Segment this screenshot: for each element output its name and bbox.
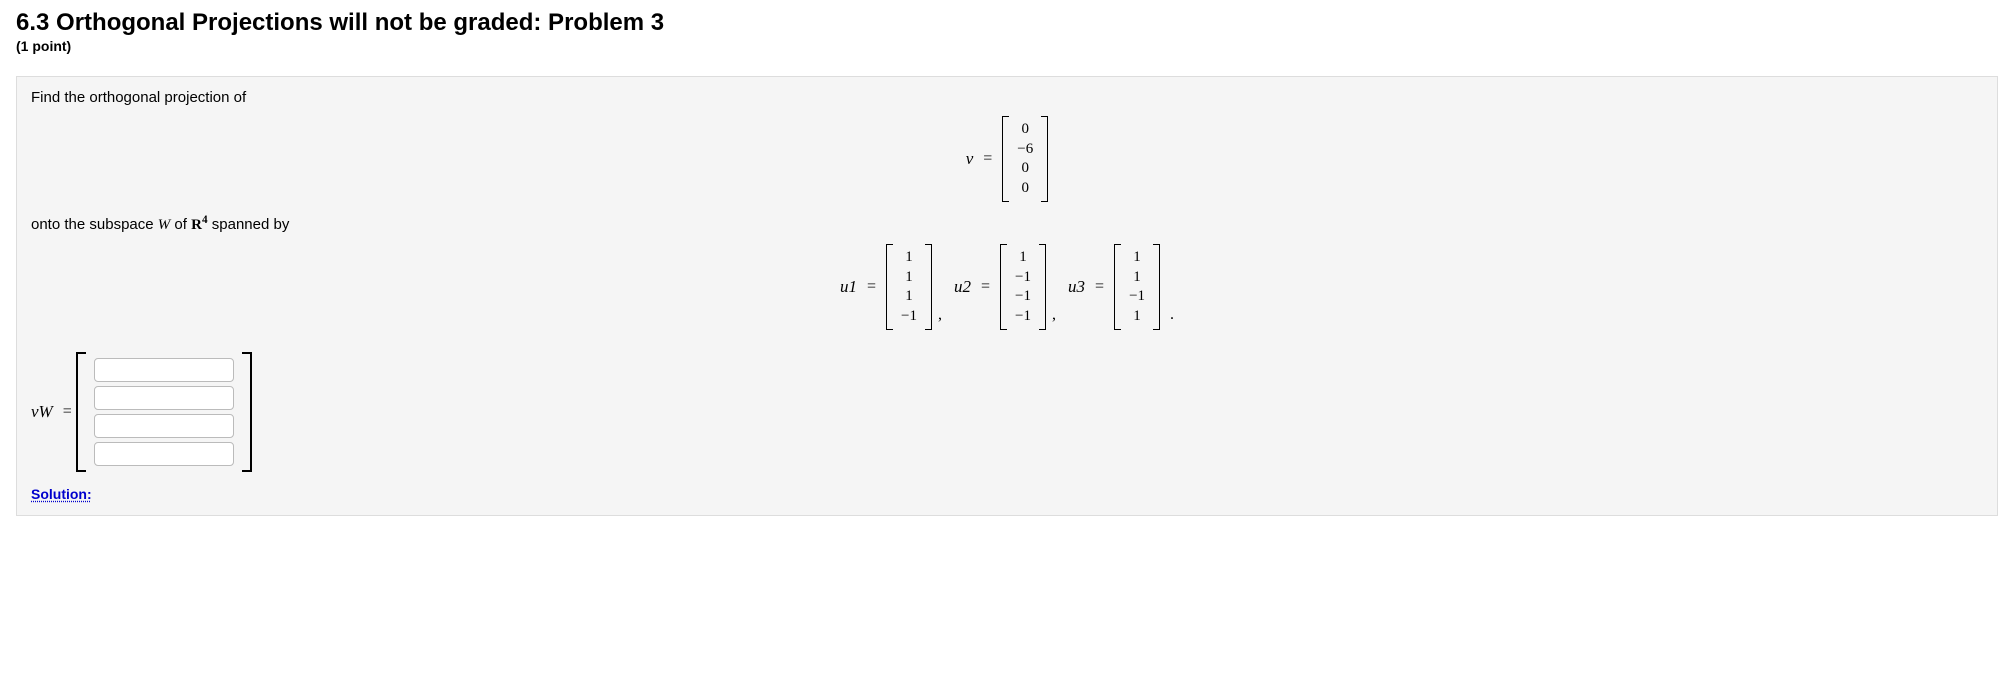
u2-entry: −1 [1013, 307, 1033, 327]
u1-entry: −1 [899, 307, 919, 327]
R-symbol: R4 [191, 217, 207, 233]
u3-entry: 1 [1127, 307, 1147, 327]
W-symbol: W [158, 217, 171, 233]
points-label: (1 point) [16, 38, 1998, 54]
header: 6.3 Orthogonal Projections will not be g… [0, 0, 2014, 60]
answer-input-3[interactable] [94, 414, 234, 438]
matrix-u2: 1 −1 −1 −1 [1000, 244, 1046, 330]
v-entry: −6 [1015, 140, 1035, 160]
basis-vectors-display: u1 = 1 1 1 −1 , u2 = 1 −1 −1 [31, 244, 1983, 330]
u1-entry: 1 [899, 268, 919, 288]
v-entry: 0 [1015, 120, 1035, 140]
vector-v-display: v = 0 −6 0 0 [31, 116, 1983, 202]
prompt-line-1: Find the orthogonal projection of [31, 89, 1983, 106]
v-entry: 0 [1015, 159, 1035, 179]
u2-entry: −1 [1013, 268, 1033, 288]
prompt-line-2: onto the subspace W of R4 spanned by [31, 216, 1983, 234]
page-title: 6.3 Orthogonal Projections will not be g… [16, 10, 1998, 36]
u1-entry: 1 [899, 248, 919, 268]
u3-entry: 1 [1127, 268, 1147, 288]
answer-input-1[interactable] [94, 358, 234, 382]
u3-entry: 1 [1127, 248, 1147, 268]
vW-label: vW [31, 402, 53, 422]
matrix-u1: 1 1 1 −1 [886, 244, 932, 330]
answer-input-4[interactable] [94, 442, 234, 466]
answer-row: vW = [31, 352, 1983, 472]
problem-box: Find the orthogonal projection of v = 0 … [16, 76, 1998, 516]
matrix-u3: 1 1 −1 1 [1114, 244, 1160, 330]
u3-label: u3 [1068, 277, 1085, 297]
u2-entry: −1 [1013, 287, 1033, 307]
solution-link[interactable]: Solution: [31, 486, 92, 502]
v-entry: 0 [1015, 179, 1035, 199]
u2-label: u2 [954, 277, 971, 297]
answer-input-2[interactable] [94, 386, 234, 410]
equals-sign: = [979, 150, 996, 168]
answer-matrix [76, 352, 252, 472]
matrix-v: 0 −6 0 0 [1002, 116, 1048, 202]
u1-label: u1 [840, 277, 857, 297]
u3-entry: −1 [1127, 287, 1147, 307]
u2-entry: 1 [1013, 248, 1033, 268]
v-label: v [966, 149, 974, 169]
u1-entry: 1 [899, 287, 919, 307]
